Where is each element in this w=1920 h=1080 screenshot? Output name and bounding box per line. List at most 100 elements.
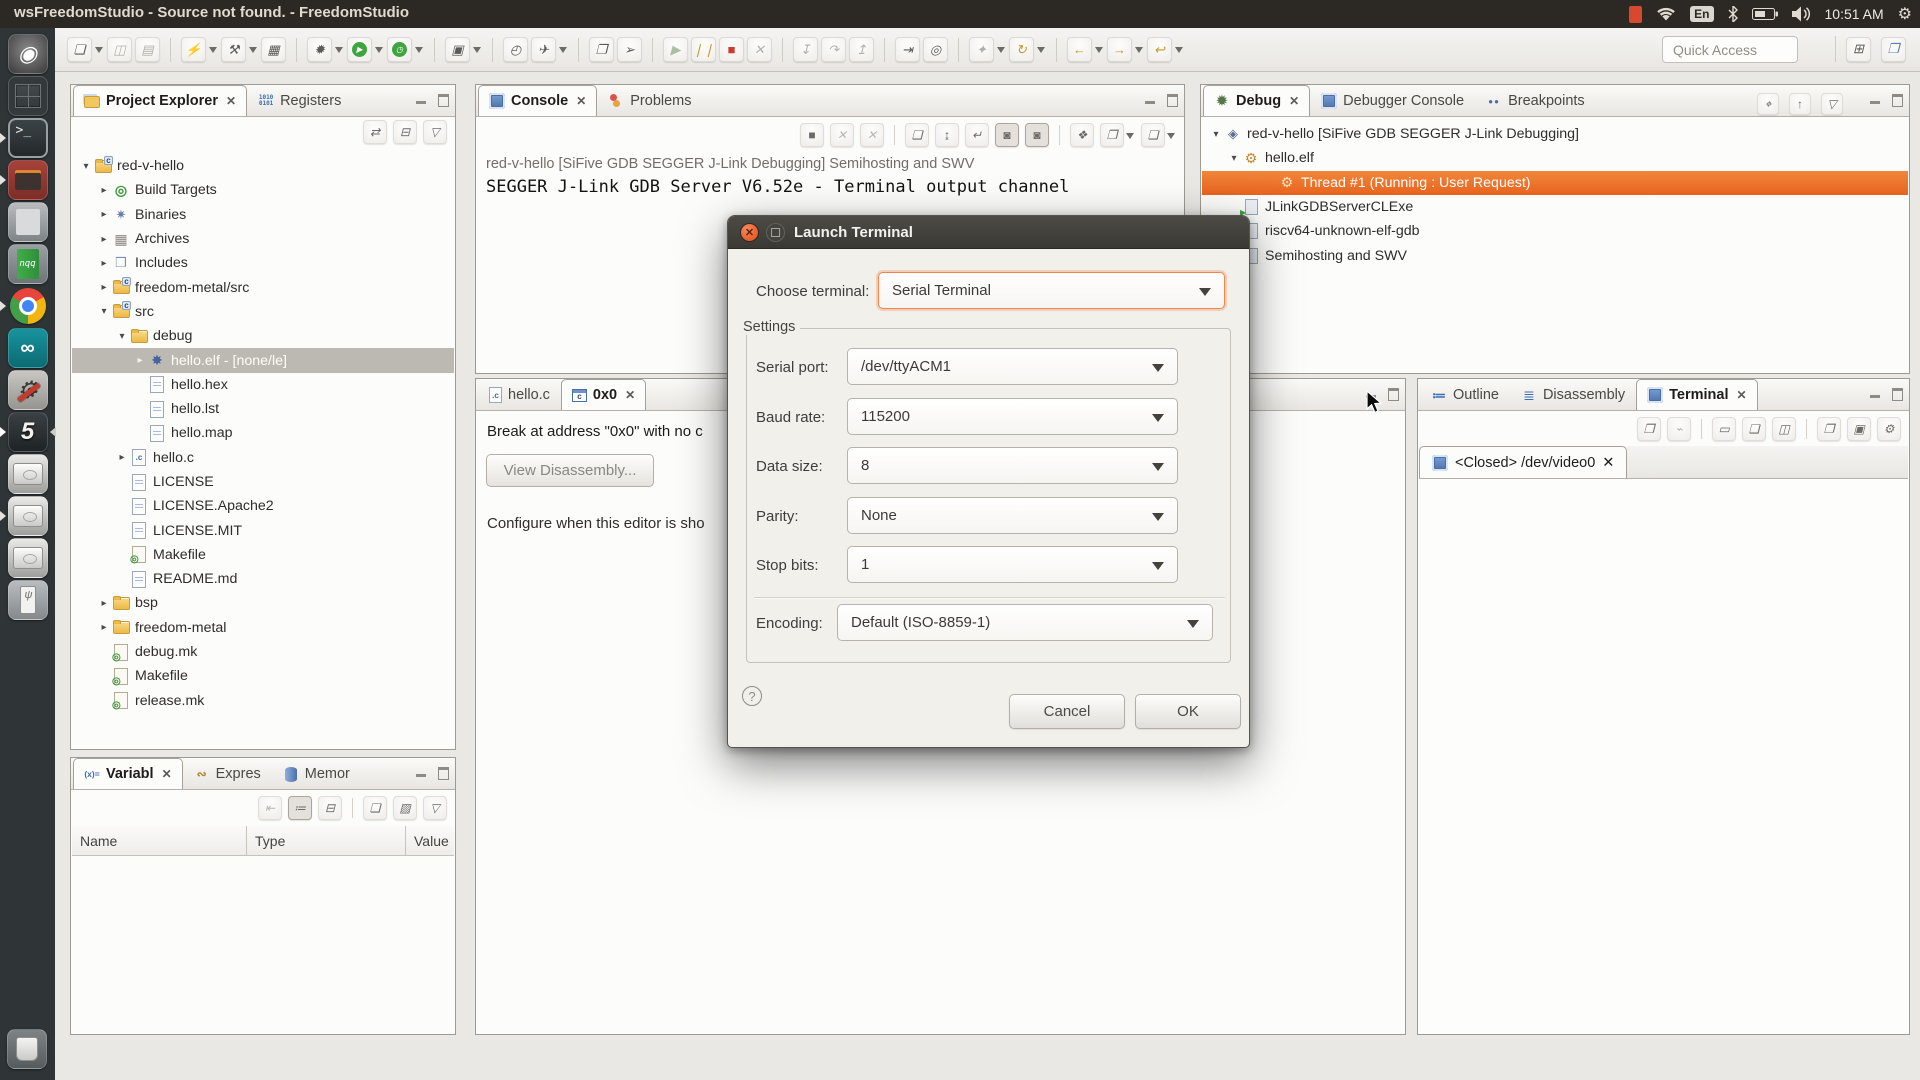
tree-row[interactable]: ▸ ▦ Archives [72,227,454,251]
debug-tree-row[interactable]: ⚙ Thread #1 (Running : User Request) [1202,170,1908,195]
column-value[interactable]: Value [406,826,454,855]
select-pointer-button[interactable]: ➢ [617,37,642,62]
view-menu-button[interactable]: ▽ [423,796,447,820]
cancel-button[interactable]: Cancel [1009,694,1125,729]
debug-tree-row[interactable]: Semihosting and SWV [1202,243,1908,267]
tree-row[interactable]: LICENSE.Apache2 [72,494,454,518]
disconnect-terminal-button[interactable]: ⌁ [1667,417,1691,441]
tree-row[interactable]: ▾ c red-v-hello [72,154,454,178]
sep[interactable] [352,798,353,818]
close-icon[interactable]: ✕ [1737,388,1747,402]
close-icon[interactable]: ✕ [740,222,759,242]
keyboard-layout-indicator[interactable]: En [1690,6,1714,22]
archive-app-button[interactable] [0,159,49,201]
build-log-button[interactable]: ▦ [261,37,286,62]
minimize-button[interactable] [415,766,427,778]
tree-row[interactable]: hello.hex [72,373,454,397]
build-tools-app-button[interactable]: ⚙ [7,369,49,411]
tree-row[interactable]: README.md [72,567,454,591]
tree-row[interactable]: debug.mk [72,640,454,664]
save-button[interactable]: ◫ [107,37,132,62]
arduino-app-button[interactable]: ∞ [7,327,49,369]
sep[interactable] [1059,125,1060,145]
tree-row[interactable]: LICENSE.MIT [72,518,454,542]
build-button[interactable]: ⚒ [221,37,257,62]
maximize-icon[interactable] [766,222,785,242]
tab-debugger-console[interactable]: Debugger Console [1310,85,1475,116]
expander-icon[interactable]: ▾ [1226,153,1242,164]
new-launch-button[interactable]: ✦ [969,37,1005,62]
tree-row[interactable]: Makefile [72,543,454,567]
volume-icon[interactable] [1791,6,1811,22]
paste-button[interactable]: ▣ [1847,417,1871,441]
tree-row[interactable]: ▸ c freedom-metal/src [72,275,454,299]
terminate-button[interactable]: ■ [800,123,824,147]
sep[interactable] [652,37,653,62]
debug-tree-row[interactable]: JLinkGDBServerCLExe [1202,195,1908,219]
tree-row[interactable]: ▸ bsp [72,591,454,615]
step-return-button[interactable]: ↥ [849,37,874,62]
word-wrap-button[interactable]: ↵ [965,123,989,147]
tab-terminal[interactable]: Terminal ✕ [1636,379,1758,410]
expander-icon[interactable]: ▸ [114,452,130,463]
expander-icon[interactable]: ▸ [96,185,112,196]
bluetooth-icon[interactable] [1728,6,1738,22]
disk-drive-3-button[interactable] [7,537,49,579]
field-select[interactable]: None [847,496,1178,534]
tree-row[interactable]: ▾ debug [72,324,454,348]
collapse-all-button[interactable]: ⊟ [393,120,417,144]
minimize-button[interactable] [415,93,427,105]
minimize-button[interactable] [1869,93,1881,105]
tab-0x0[interactable]: c 0x0 ✕ [560,379,647,410]
expander-icon[interactable]: ▸ [96,209,112,220]
tree-row[interactable]: ▸ ❒ Includes [72,251,454,275]
sep[interactable] [170,37,171,62]
new-button[interactable]: ❏ [67,37,103,62]
tree-row[interactable]: ▸ ✷ Binaries [72,203,454,227]
tree-row[interactable]: ▸ ✸ hello.elf - [none/le] [72,348,454,373]
new-watch-button[interactable]: ❏ [363,796,387,820]
tree-row[interactable]: ▸ ◎ Build Targets [72,178,454,202]
open-element-button[interactable]: ▣ [445,37,481,62]
step-over-button[interactable]: ↷ [821,37,846,62]
close-icon[interactable]: ✕ [1602,455,1614,471]
close-icon[interactable]: ✕ [226,94,236,108]
tab-expressions[interactable]: ∾ Expres [183,758,272,789]
settings-button[interactable]: ⚙ [1877,417,1901,441]
dialog-title-bar[interactable]: ✕ Launch Terminal [728,216,1249,249]
terminate-button[interactable]: ■ [719,37,744,62]
field-select[interactable]: 115200 [847,397,1178,435]
freedomstudio-app-button[interactable]: 5 [0,411,56,453]
sep[interactable] [884,37,885,62]
workspace-switcher-button[interactable] [7,75,49,117]
history-button[interactable]: ◴ [503,37,528,62]
session-gear-icon[interactable]: ⚙ [1898,4,1912,24]
tab-serial-terminal-instance[interactable]: <Closed> /dev/video0 ✕ [1419,446,1628,478]
field-select[interactable]: /dev/ttyACM1 [847,348,1178,385]
column-type[interactable]: Type [247,826,406,855]
show-type-names-button[interactable]: ≔ [288,796,312,820]
tab-memory[interactable]: Memor [272,758,361,789]
encoding-select[interactable]: Default (ISO-8859-1) [837,604,1213,641]
close-icon[interactable]: ✕ [1289,94,1299,108]
calculator-app-button[interactable] [7,201,49,243]
tab-registers[interactable]: 1010 0101 Registers [247,85,352,116]
column-name[interactable]: Name [72,826,247,855]
remove-launch-button[interactable]: ✕ [830,123,854,147]
sep[interactable] [958,37,959,62]
debug-button[interactable]: ✹ [307,37,343,62]
restart-button[interactable]: ↻ [1009,37,1045,62]
tab-variables[interactable]: (x)= Variabl ✕ [73,758,183,789]
tree-row[interactable]: LICENSE [72,470,454,494]
sep[interactable] [296,37,297,62]
terminal-content[interactable] [1419,479,1908,1033]
close-icon[interactable]: ✕ [625,388,635,402]
tree-row[interactable]: ▸ freedom-metal [72,616,454,640]
choose-terminal-select[interactable]: Serial Terminal [878,272,1225,309]
terminal-app-button[interactable]: >_ [0,117,49,159]
wifi-icon[interactable] [1656,7,1676,22]
tree-row[interactable]: ▾ c src [72,300,454,324]
save-all-button[interactable]: ▤ [135,37,160,62]
forward-button[interactable]: → [1107,37,1143,62]
tab-outline[interactable]: Outline [1420,379,1510,410]
